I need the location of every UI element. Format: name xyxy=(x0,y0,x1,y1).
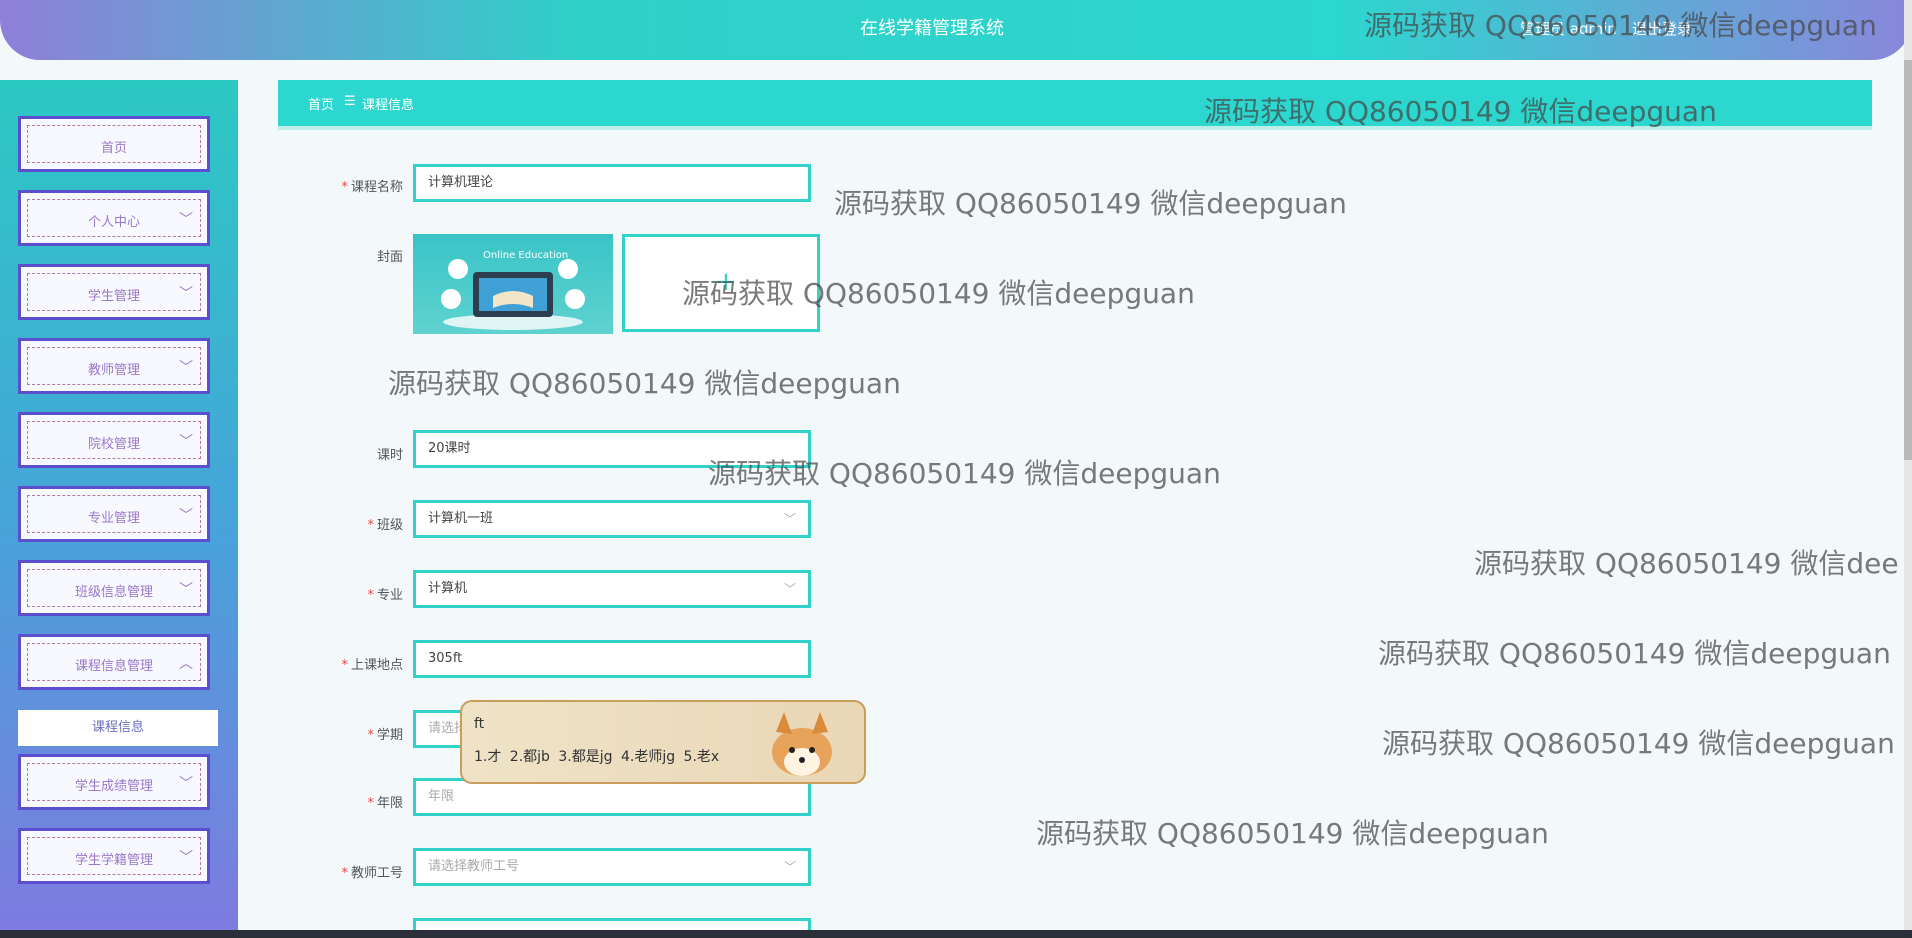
watermark-text: 源码获取 QQ86050149 微信deepguan xyxy=(1382,727,1895,760)
chevron-down-icon: ﹀ xyxy=(179,850,193,866)
watermark-text: 源码获取 QQ86050149 微信deepguan xyxy=(1036,817,1549,850)
watermark-text: 源码获取 QQ86050149 微信deepguan xyxy=(708,457,1221,490)
ime-candidates[interactable]: 1.才 2.都jb 3.都是jg 4.老师jg 5.老x xyxy=(474,746,719,766)
dog-icon xyxy=(772,712,832,776)
cover-image: Online Education xyxy=(413,234,613,334)
teacher-id-placeholder: 请选择教师工号 xyxy=(428,859,520,874)
ime-input: ft xyxy=(474,716,485,732)
cover-image-caption: Online Education xyxy=(483,250,569,261)
chevron-down-icon: ﹀ xyxy=(179,776,193,792)
watermark-text: 源码获取 QQ86050149 微信deepguan xyxy=(388,367,901,400)
sidebar-subitem-course-info[interactable]: 课程信息 xyxy=(18,710,218,746)
watermark-text: 源码获取 QQ86050149 微信deepguan xyxy=(1204,95,1717,128)
major-select[interactable]: 计算机 ﹀ xyxy=(413,570,811,608)
breadcrumb-home[interactable]: 首页 xyxy=(308,94,334,113)
watermark-text: 源码获取 QQ86050149 微信deepguan xyxy=(1364,9,1877,42)
bottom-strip xyxy=(0,930,1912,938)
chevron-down-icon: ﹀ xyxy=(179,286,193,302)
chevron-down-icon: ﹀ xyxy=(783,512,796,526)
teacher-id-label: * 教师工号 xyxy=(341,866,403,881)
chevron-down-icon: ﹀ xyxy=(179,508,193,524)
chevron-down-icon: ﹀ xyxy=(783,582,796,596)
scrollbar-thumb[interactable] xyxy=(1904,60,1912,460)
sidebar: 首页 个人中心 ﹀ 学生管理 ﹀ 教师管理 ﹀ 院校管理 ﹀ 专业管理 ﹀ 班级信息管理 ﹀… xyxy=(0,80,238,938)
watermark-text: 源码获取 QQ86050149 微信deepguan xyxy=(834,187,1347,220)
cover-label: 封面 xyxy=(376,250,403,265)
sidebar-item-score[interactable]: 学生成绩管理 ﹀ xyxy=(18,754,210,810)
chevron-down-icon: ﹀ xyxy=(783,860,796,874)
major-label: * 专业 xyxy=(367,588,403,603)
hours-label: 课时 xyxy=(376,448,403,463)
course-name-label: * 课程名称 xyxy=(341,180,403,195)
app-title: 在线学籍管理系统 xyxy=(860,18,1004,39)
sidebar-item-teacher[interactable]: 教师管理 ﹀ xyxy=(18,338,210,394)
sidebar-item-status[interactable]: 学生学籍管理 ﹀ xyxy=(18,828,210,884)
sidebar-item-major[interactable]: 专业管理 ﹀ xyxy=(18,486,210,542)
sidebar-item-home[interactable]: 首页 xyxy=(18,116,210,172)
location-input[interactable]: 305ft xyxy=(413,640,811,678)
course-name-input[interactable]: 计算机理论 xyxy=(413,164,811,202)
class-label: * 班级 xyxy=(367,518,403,533)
breadcrumb-separator-icon: ☰ xyxy=(344,94,356,109)
ime-candidate-popup[interactable]: ft 1.才 2.都jb 3.都是jg 4.老师jg 5.老x xyxy=(460,700,866,784)
class-select-value: 计算机一班 xyxy=(428,511,494,526)
sidebar-item-class[interactable]: 班级信息管理 ﹀ xyxy=(18,560,210,616)
breadcrumb-current: 课程信息 xyxy=(362,98,415,113)
watermark-text: 源码获取 QQ86050149 微信dee xyxy=(1474,547,1899,580)
chevron-down-icon: ﹀ xyxy=(179,360,193,376)
sidebar-item-student[interactable]: 学生管理 ﹀ xyxy=(18,264,210,320)
chevron-down-icon: ﹀ xyxy=(179,582,193,598)
watermark-text: 源码获取 QQ86050149 微信deepguan xyxy=(1378,637,1891,670)
years-label: * 年限 xyxy=(367,796,403,811)
watermark-text: 源码获取 QQ86050149 微信deepguan xyxy=(682,277,1195,310)
chevron-down-icon: ﹀ xyxy=(179,212,193,228)
sidebar-item-label: 首页 xyxy=(100,141,127,156)
location-label: * 上课地点 xyxy=(341,658,403,673)
sidebar-item-personal[interactable]: 个人中心 ﹀ xyxy=(18,190,210,246)
term-label: * 学期 xyxy=(367,728,403,743)
teacher-id-select[interactable]: 请选择教师工号 ﹀ xyxy=(413,848,811,886)
chevron-up-icon: ︿ xyxy=(179,656,193,672)
major-select-value: 计算机 xyxy=(428,581,468,596)
sidebar-item-college[interactable]: 院校管理 ﹀ xyxy=(18,412,210,468)
sidebar-item-course[interactable]: 课程信息管理 ︿ xyxy=(18,634,210,690)
class-select[interactable]: 计算机一班 ﹀ xyxy=(413,500,811,538)
chevron-down-icon: ﹀ xyxy=(179,434,193,450)
